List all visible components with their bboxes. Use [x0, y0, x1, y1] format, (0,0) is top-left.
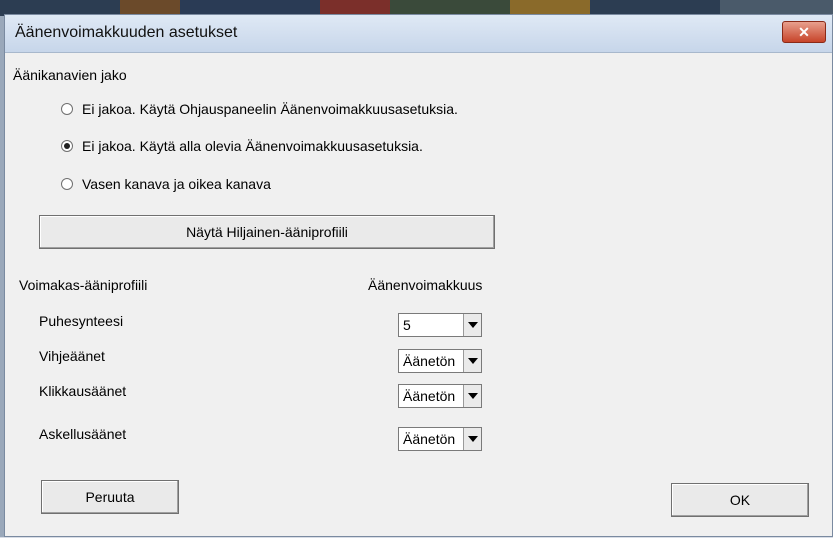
hint-sounds-volume-select[interactable]: Äänetön [398, 349, 482, 373]
chevron-down-icon[interactable] [463, 314, 481, 336]
select-value: Äänetön [403, 431, 456, 447]
chevron-down-icon[interactable] [463, 350, 481, 372]
radio-option-no-split-control-panel[interactable]: Ei jakoa. Käytä Ohjauspaneelin Äänenvoim… [61, 99, 458, 119]
speech-synthesis-label: Puhesynteesi [39, 313, 124, 329]
radio-button[interactable] [61, 103, 73, 115]
chevron-down-icon[interactable] [463, 385, 481, 407]
cancel-button[interactable]: Peruuta [41, 480, 179, 514]
step-sounds-volume-select[interactable]: Äänetön [398, 427, 482, 451]
hint-sounds-label: Vihjeäänet [39, 348, 105, 364]
ok-button[interactable]: OK [671, 483, 809, 517]
step-sounds-label: Askellusäänet [39, 426, 127, 442]
radio-option-left-right-channel[interactable]: Vasen kanava ja oikea kanava [61, 174, 271, 194]
select-value: Äänetön [403, 388, 456, 404]
window-title: Äänenvoimakkuuden asetukset [15, 24, 238, 41]
select-value: Äänetön [403, 353, 456, 369]
select-value: 5 [403, 317, 411, 333]
radio-label: Ei jakoa. Käytä Ohjauspaneelin Äänenvoim… [82, 101, 458, 117]
volume-column-heading: Äänenvoimakkuus [368, 277, 483, 293]
channel-split-heading: Äänikanavien jako [13, 67, 127, 83]
volume-settings-dialog: Äänenvoimakkuuden asetukset ✕ Äänikanavi… [4, 14, 833, 537]
radio-label: Vasen kanava ja oikea kanava [82, 176, 271, 192]
radio-button[interactable] [61, 178, 73, 190]
loud-profile-heading: Voimakas-ääniprofiili [19, 277, 148, 293]
click-sounds-volume-select[interactable]: Äänetön [398, 384, 482, 408]
speech-synthesis-volume-select[interactable]: 5 [398, 313, 482, 337]
radio-option-no-split-below[interactable]: Ei jakoa. Käytä alla olevia Äänenvoimakk… [61, 136, 423, 156]
click-sounds-label: Klikkausäänet [39, 383, 127, 399]
radio-label: Ei jakoa. Käytä alla olevia Äänenvoimakk… [82, 138, 423, 154]
close-icon: ✕ [798, 24, 810, 40]
chevron-down-icon[interactable] [463, 428, 481, 450]
radio-button-selected[interactable] [61, 140, 73, 152]
dialog-content: Äänikanavien jako Ei jakoa. Käytä Ohjaus… [5, 53, 832, 538]
show-quiet-profile-button[interactable]: Näytä Hiljainen-ääniprofiili [39, 215, 495, 249]
close-button[interactable]: ✕ [782, 21, 826, 43]
title-bar: Äänenvoimakkuuden asetukset ✕ [5, 15, 832, 53]
